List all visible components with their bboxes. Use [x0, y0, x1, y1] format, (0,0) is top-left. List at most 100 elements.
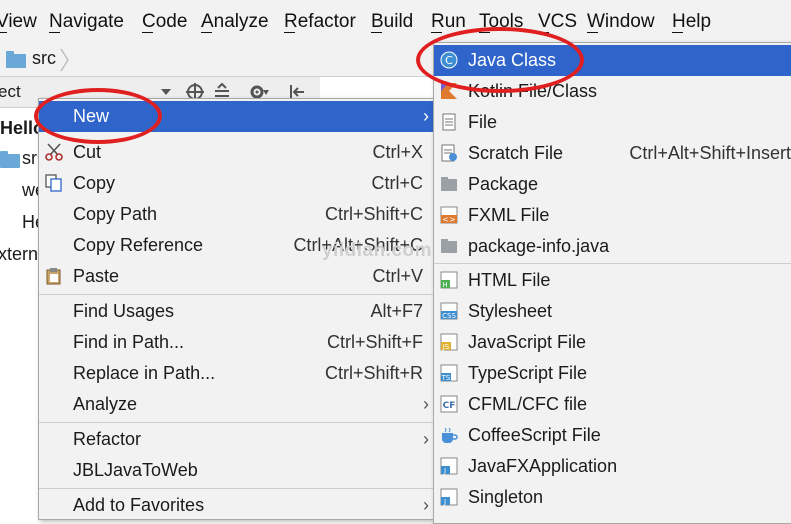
menu-item-paste[interactable]: Paste Ctrl+V [39, 261, 434, 292]
menu-item-label: Paste [73, 266, 120, 286]
menu-item-label: JavaScript File [468, 332, 587, 352]
folder-icon [6, 51, 26, 68]
tree-item-src[interactable]: sr [22, 148, 37, 169]
menu-item-label: package-info.java [468, 236, 610, 256]
submenu-item-scratch-file[interactable]: Scratch File Ctrl+Alt+Shift+Insert [434, 138, 791, 169]
submenu-item-singleton[interactable]: J Singleton [434, 482, 791, 513]
svg-text:<>: <> [442, 215, 455, 224]
menu-refactor[interactable]: Refactor [284, 9, 356, 35]
menu-item-label: Copy Reference [73, 235, 204, 255]
menu-item-label: Cut [73, 142, 102, 162]
java-class-icon: C [440, 51, 458, 69]
menu-item-find-in-path[interactable]: Find in Path... Ctrl+Shift+F [39, 327, 434, 358]
submenu-arrow-icon: › [423, 495, 429, 515]
submenu-item-stylesheet[interactable]: CSS Stylesheet [434, 296, 791, 327]
clipboard-icon [46, 268, 61, 285]
submenu-arrow-icon: › [423, 394, 429, 414]
menu-vcs[interactable]: VCS [538, 9, 577, 35]
menu-item-label: CFML/CFC file [468, 394, 588, 414]
menu-separator [434, 263, 791, 264]
menu-tools[interactable]: Tools [479, 9, 523, 35]
fxml-icon: <> [440, 206, 458, 224]
folder-icon [0, 151, 20, 168]
submenu-arrow-icon: › [423, 106, 429, 126]
css-icon: CSS [440, 302, 458, 320]
menu-item-jbljavatoweb[interactable]: JBLJavaToWeb [39, 455, 434, 486]
menu-item-label: Add to Favorites [73, 495, 205, 515]
menu-item-label: Scratch File [468, 143, 564, 163]
menu-item-cut[interactable]: Cut Ctrl+X [39, 137, 434, 168]
file-icon [442, 113, 456, 131]
submenu-item-coffeescript[interactable]: CoffeeScript File [434, 420, 791, 451]
main-menu-bar: View Navigate Code Analyze Refactor Buil… [0, 0, 791, 45]
submenu-item-package[interactable]: Package [434, 169, 791, 200]
menu-item-replace-in-path[interactable]: Replace in Path... Ctrl+Shift+R [39, 358, 434, 389]
menu-item-copy[interactable]: Copy Ctrl+C [39, 168, 434, 199]
menu-item-label: New [73, 106, 110, 126]
menu-item-label: Java Class [468, 50, 557, 70]
breadcrumb-src[interactable]: src [32, 48, 56, 69]
menu-build[interactable]: Build [371, 9, 413, 35]
menu-item-label: CoffeeScript File [468, 425, 601, 445]
svg-text:C: C [445, 54, 453, 67]
submenu-item-javafx-application[interactable]: J JavaFXApplication [434, 451, 791, 482]
menu-item-analyze[interactable]: Analyze › [39, 389, 434, 420]
typescript-icon: TS [440, 364, 458, 382]
chevron-down-icon[interactable] [160, 86, 172, 98]
menu-run[interactable]: Run [431, 9, 466, 35]
submenu-item-file[interactable]: File [434, 107, 791, 138]
singleton-icon: J [440, 488, 458, 506]
cfml-icon: CF [440, 395, 458, 413]
shortcut-text: Ctrl+Alt+Shift+Insert [629, 143, 791, 163]
menu-item-add-to-favorites[interactable]: Add to Favorites › [39, 490, 434, 521]
svg-text:J: J [443, 498, 446, 506]
menu-item-label: Find Usages [73, 301, 175, 321]
menu-item-label: File [468, 112, 498, 132]
menu-separator [39, 294, 434, 295]
shortcut-text: Ctrl+V [372, 266, 423, 286]
menu-item-label: Singleton [468, 487, 544, 507]
scissors-icon [45, 143, 63, 161]
watermark-text: yiidian.com [322, 240, 433, 261]
menu-help[interactable]: Help [672, 9, 711, 35]
menu-item-copy-path[interactable]: Copy Path Ctrl+Shift+C [39, 199, 434, 230]
javascript-icon: JS [440, 333, 458, 351]
project-panel-title[interactable]: ect [0, 82, 21, 102]
menu-item-refactor[interactable]: Refactor › [39, 424, 434, 455]
submenu-item-fxml[interactable]: <> FXML File [434, 200, 791, 231]
menu-item-label: Kotlin File/Class [468, 81, 598, 101]
breadcrumb-separator-icon [60, 48, 69, 72]
menu-item-label: HTML File [468, 270, 551, 290]
shortcut-text: Ctrl+C [371, 173, 423, 193]
submenu-item-java-class[interactable]: C Java Class [434, 45, 791, 76]
menu-item-label: FXML File [468, 205, 550, 225]
menu-navigate[interactable]: Navigate [49, 9, 124, 35]
menu-item-label: TypeScript File [468, 363, 588, 383]
submenu-item-cfml[interactable]: CF CFML/CFC file [434, 389, 791, 420]
menu-analyze[interactable]: Analyze [201, 9, 269, 35]
submenu-item-html-file[interactable]: H HTML File [434, 265, 791, 296]
menu-item-label: Refactor [73, 429, 142, 449]
menu-item-label: Copy Path [73, 204, 158, 224]
menu-view[interactable]: View [0, 9, 37, 35]
submenu-item-kotlin[interactable]: Kotlin File/Class [434, 76, 791, 107]
menu-item-label: JBLJavaToWeb [73, 460, 198, 480]
menu-item-label: Find in Path... [73, 332, 185, 352]
submenu-item-typescript[interactable]: TS TypeScript File [434, 358, 791, 389]
submenu-item-javascript[interactable]: JS JavaScript File [434, 327, 791, 358]
submenu-item-package-info[interactable]: package-info.java [434, 231, 791, 262]
html-file-icon: H [440, 271, 458, 289]
menu-item-label: Copy [73, 173, 116, 193]
javafx-icon: J [440, 457, 458, 475]
menu-code[interactable]: Code [142, 9, 187, 35]
menu-window[interactable]: Window [587, 9, 655, 35]
shortcut-text: Ctrl+X [372, 142, 423, 162]
menu-item-find-usages[interactable]: Find Usages Alt+F7 [39, 296, 434, 327]
svg-text:H: H [442, 281, 447, 289]
menu-item-label: Package [468, 174, 539, 194]
menu-separator [39, 422, 434, 423]
submenu-arrow-icon: › [423, 429, 429, 449]
tree-item-external-libraries[interactable]: xtern [0, 244, 38, 265]
shortcut-text: Alt+F7 [370, 301, 423, 321]
menu-item-new[interactable]: New › [39, 101, 434, 132]
